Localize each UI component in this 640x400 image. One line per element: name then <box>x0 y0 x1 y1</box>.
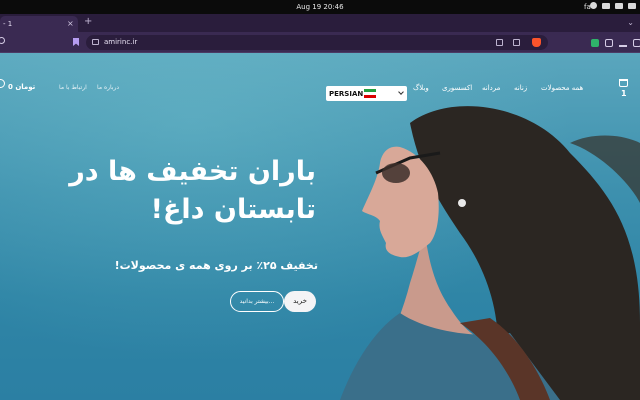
battery-icon <box>628 2 636 9</box>
iran-flag-icon <box>364 89 376 98</box>
learn-more-button[interactable]: بیشتر بدانید... <box>230 291 284 312</box>
site-info-icon[interactable] <box>92 39 99 45</box>
reload-icon[interactable] <box>0 37 5 44</box>
browser-tab-strip: - 1 × <box>0 14 640 32</box>
hero-image-woman <box>340 106 640 400</box>
wallet-balance[interactable]: 0 تومان <box>8 83 35 91</box>
nav-blog[interactable]: وبلاگ <box>413 84 429 92</box>
cart-count-badge: 1 <box>621 89 627 98</box>
buy-button[interactable]: خرید <box>284 291 316 312</box>
url-text[interactable]: amirinc.ir <box>104 38 137 46</box>
browser-tab[interactable]: - 1 × <box>0 16 78 32</box>
nav-all-products[interactable]: همه محصولات <box>541 84 583 92</box>
vpn-shield-icon[interactable] <box>591 39 599 47</box>
web-page: 1 همه محصولات زنانه مردانه اکسسوری وبلاگ… <box>0 53 640 400</box>
nav-women[interactable]: زنانه <box>514 84 527 92</box>
hero-title-line2: تابستان داغ! <box>150 194 316 225</box>
chevron-down-icon <box>398 89 404 95</box>
volume-icon <box>615 2 623 9</box>
about-link[interactable]: درباره ما <box>97 84 119 91</box>
menu-icon[interactable] <box>633 39 640 47</box>
brave-shield-icon[interactable] <box>532 38 541 47</box>
translate-icon[interactable] <box>496 39 503 46</box>
os-tray[interactable] <box>590 2 636 9</box>
wallet-icon[interactable] <box>605 39 613 47</box>
hero-title: باران تخفیف ها در تابستان داغ! <box>56 153 316 229</box>
hero-subtitle: تخفیف ۲۵٪ بر روی همه ی محصولات! <box>114 259 318 272</box>
brightness-icon <box>590 2 597 9</box>
close-tab-icon[interactable]: × <box>67 19 74 28</box>
contact-link[interactable]: ارتباط با ما <box>59 84 87 91</box>
nav-men[interactable]: مردانه <box>482 84 500 92</box>
network-icon <box>602 2 610 9</box>
browser-toolbar: amirinc.ir <box>0 32 640 53</box>
os-top-bar: Aug 19 20:46 fa <box>0 0 640 14</box>
tab-list-chevron-icon[interactable]: ⌄ <box>627 18 634 27</box>
address-bar[interactable]: amirinc.ir <box>86 35 548 50</box>
download-icon[interactable] <box>619 39 627 47</box>
cart-icon[interactable] <box>619 79 628 87</box>
language-select[interactable]: PERSIAN <box>326 86 407 101</box>
tab-title: - 1 <box>3 20 13 28</box>
nav-accessories[interactable]: اکسسوری <box>442 84 472 92</box>
bookmark-icon[interactable] <box>73 38 79 46</box>
language-label: PERSIAN <box>329 90 364 98</box>
hero-title-line1: باران تخفیف ها در <box>69 156 316 187</box>
new-tab-button[interactable]: + <box>84 16 92 27</box>
key-icon[interactable] <box>513 39 520 46</box>
os-clock[interactable]: Aug 19 20:46 <box>0 3 640 11</box>
